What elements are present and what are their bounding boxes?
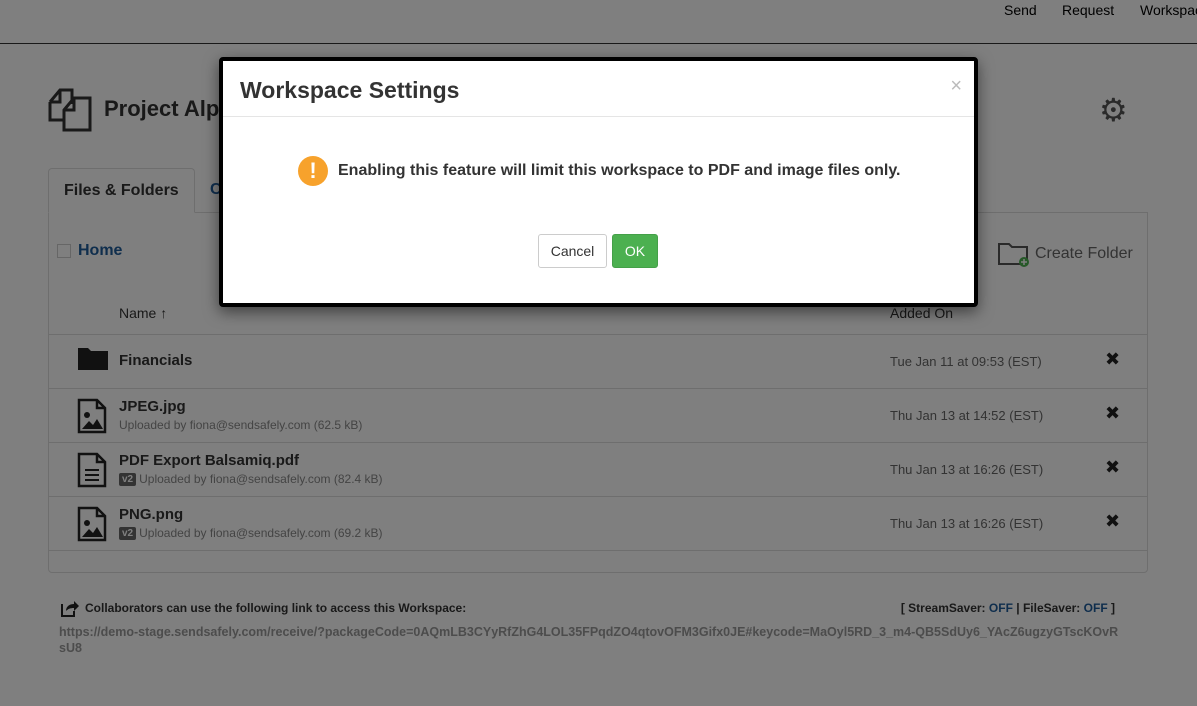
workspace-settings-modal: Workspace Settings × ! Enabling this fea… <box>219 57 978 307</box>
modal-title: Workspace Settings <box>240 77 460 103</box>
close-icon[interactable]: × <box>950 75 962 98</box>
warning-icon: ! <box>298 156 328 186</box>
ok-button[interactable]: OK <box>612 234 658 268</box>
modal-message: Enabling this feature will limit this wo… <box>338 162 901 179</box>
cancel-button[interactable]: Cancel <box>538 234 607 268</box>
